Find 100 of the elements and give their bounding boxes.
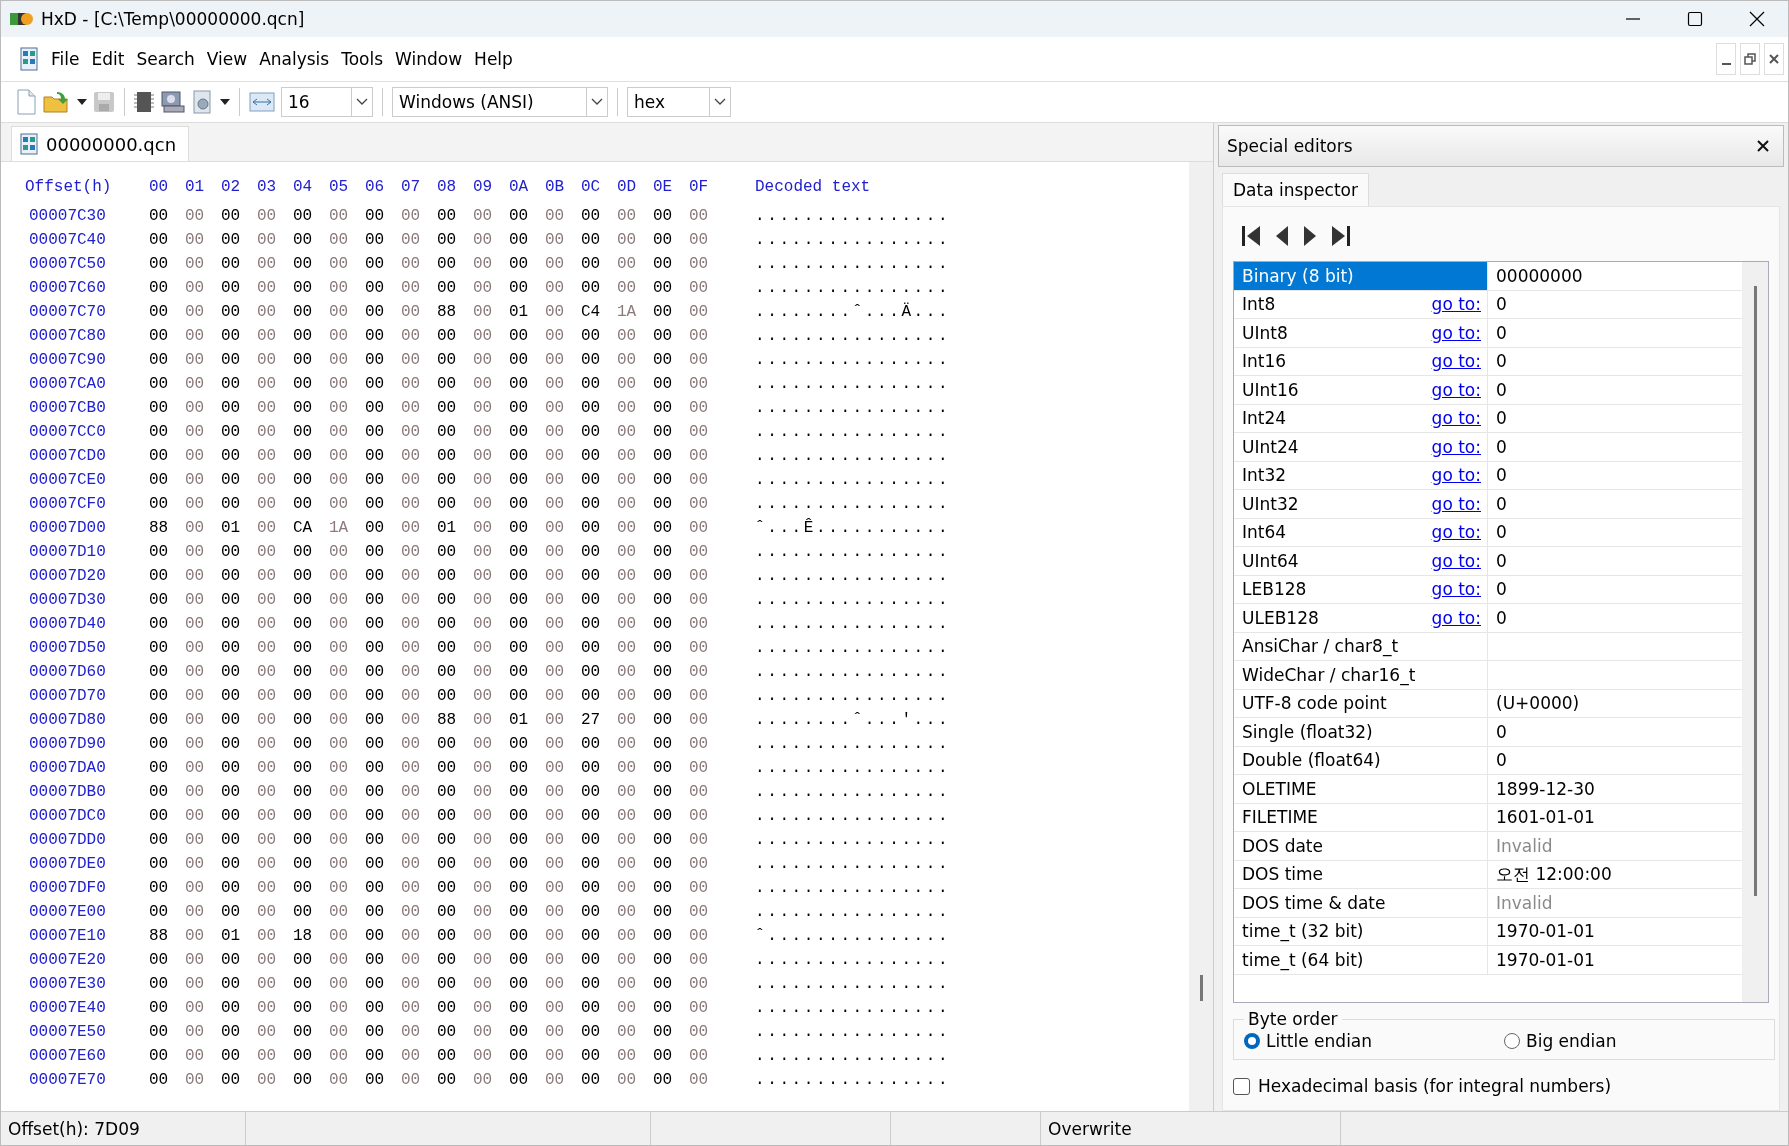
vertical-scrollbar[interactable] [1189, 162, 1213, 1111]
label-cell[interactable]: Int24 go to: [1234, 404, 1488, 432]
value-cell[interactable]: 0 [1488, 322, 1507, 343]
value-cell[interactable]: (U+0000) [1488, 693, 1580, 714]
goto-link[interactable]: go to: [1431, 550, 1481, 571]
restore-button[interactable] [1740, 43, 1760, 75]
menu-item[interactable]: Search [130, 45, 201, 73]
value-cell[interactable]: 0 [1488, 750, 1507, 771]
radio-button[interactable] [1244, 1033, 1260, 1049]
vertical-scrollbar[interactable] [1742, 262, 1768, 1002]
radio-button[interactable] [1504, 1033, 1520, 1049]
label-cell[interactable]: Double (float64) [1234, 746, 1488, 774]
value-cell[interactable]: 0 [1488, 436, 1507, 457]
menu-item[interactable]: Window [389, 45, 469, 73]
goto-link[interactable]: go to: [1431, 294, 1481, 315]
value-cell[interactable]: 1899-12-30 [1488, 778, 1595, 799]
label-cell[interactable]: UTF-8 code point [1234, 689, 1488, 717]
goto-link[interactable]: go to: [1431, 465, 1481, 486]
value-cell[interactable]: 00000000 [1488, 265, 1583, 286]
label-cell[interactable]: DOS date [1234, 832, 1488, 860]
menu-item[interactable]: Tools [335, 45, 390, 73]
label-cell[interactable]: time_t (32 bit) [1234, 917, 1488, 945]
label-cell[interactable]: time_t (64 bit) [1234, 946, 1488, 974]
document-tab[interactable]: 00000000.qcn [11, 126, 190, 161]
hex-byte: 00 [653, 303, 674, 321]
value-cell[interactable]: 1970-01-01 [1488, 921, 1595, 942]
value-cell[interactable]: 0 [1488, 607, 1507, 628]
first-icon[interactable] [1241, 225, 1261, 247]
label-cell[interactable]: UInt24 go to: [1234, 433, 1488, 461]
label-cell[interactable]: Int32 go to: [1234, 461, 1488, 489]
value-cell[interactable]: 0 [1488, 493, 1507, 514]
menu-item[interactable]: Analysis [253, 45, 336, 73]
column-width-icon[interactable] [249, 92, 275, 112]
inspector-tab[interactable]: Data inspector [1222, 173, 1369, 206]
maximize-icon[interactable] [1687, 11, 1703, 27]
value-cell[interactable]: 1601-01-01 [1488, 807, 1595, 828]
label-cell[interactable]: DOS time [1234, 860, 1488, 888]
label-cell[interactable]: Binary (8 bit) [1234, 262, 1488, 290]
label-cell[interactable]: AnsiChar / char8_t [1234, 632, 1488, 660]
previous-icon[interactable] [1275, 225, 1289, 247]
goto-link[interactable]: go to: [1431, 408, 1481, 429]
hex-byte: 00 [149, 543, 170, 561]
value-cell[interactable]: 0 [1488, 522, 1507, 543]
close-icon[interactable] [1749, 11, 1765, 27]
open-folder-icon[interactable] [43, 90, 71, 114]
value-cell[interactable]: 0 [1488, 408, 1507, 429]
label-cell[interactable]: Int16 go to: [1234, 347, 1488, 375]
label-cell[interactable]: Single (float32) [1234, 718, 1488, 746]
disk-image-icon[interactable] [192, 90, 214, 114]
column-header: 00 [149, 178, 170, 196]
decoded-text: ˆ...Ê........... [755, 519, 951, 537]
hex-byte: 00 [257, 975, 278, 993]
value-cell[interactable]: 0 [1488, 379, 1507, 400]
label-cell[interactable]: UInt32 go to: [1234, 490, 1488, 518]
last-icon[interactable] [1331, 225, 1351, 247]
value-cell[interactable]: 0 [1488, 721, 1507, 742]
bytes-per-row-dropdown[interactable]: 16 [281, 87, 373, 117]
label-cell[interactable]: Int64 go to: [1234, 518, 1488, 546]
label-cell[interactable]: FILETIME [1234, 803, 1488, 831]
value-cell[interactable]: 0 [1488, 465, 1507, 486]
label-cell[interactable]: WideChar / char16_t [1234, 661, 1488, 689]
next-icon[interactable] [1303, 225, 1317, 247]
menu-item[interactable]: View [200, 45, 254, 73]
label-cell[interactable]: UInt16 go to: [1234, 376, 1488, 404]
label-cell[interactable]: LEB128 go to: [1234, 575, 1488, 603]
value-cell[interactable]: 0 [1488, 351, 1507, 372]
goto-link[interactable]: go to: [1431, 579, 1481, 600]
menu-item[interactable]: File [45, 45, 86, 73]
goto-link[interactable]: go to: [1431, 379, 1481, 400]
value-cell[interactable]: 0 [1488, 579, 1507, 600]
dropdown-arrow-icon[interactable] [77, 99, 87, 105]
goto-link[interactable]: go to: [1431, 351, 1481, 372]
minimize-button[interactable] [1716, 43, 1736, 75]
checkbox[interactable] [1233, 1077, 1250, 1095]
chip-icon[interactable] [134, 91, 154, 113]
label-cell[interactable]: UInt8 go to: [1234, 319, 1488, 347]
menu-item[interactable]: Help [468, 45, 519, 73]
label-cell[interactable]: DOS time & date [1234, 889, 1488, 917]
goto-link[interactable]: go to: [1431, 522, 1481, 543]
goto-link[interactable]: go to: [1431, 493, 1481, 514]
value-cell[interactable]: 0 [1488, 294, 1507, 315]
close-button[interactable] [1764, 43, 1784, 75]
value-cell[interactable]: 오전 12:00:00 [1488, 862, 1612, 886]
hex-byte: 00 [365, 831, 386, 849]
goto-link[interactable]: go to: [1431, 607, 1481, 628]
value-cell[interactable]: 0 [1488, 550, 1507, 571]
label-cell[interactable]: UInt64 go to: [1234, 547, 1488, 575]
label-cell[interactable]: Int8 go to: [1234, 290, 1488, 318]
close-icon[interactable] [1757, 140, 1769, 152]
goto-link[interactable]: go to: [1431, 322, 1481, 343]
charset-dropdown[interactable]: Windows (ANSI) [392, 87, 608, 117]
disk-drive-icon[interactable] [160, 90, 186, 114]
type-label: DOS date [1242, 835, 1323, 856]
offset-base-dropdown[interactable]: hex [627, 87, 731, 117]
label-cell[interactable]: OLETIME [1234, 775, 1488, 803]
label-cell[interactable]: ULEB128 go to: [1234, 604, 1488, 632]
dropdown-arrow-icon[interactable] [220, 99, 230, 105]
goto-link[interactable]: go to: [1431, 436, 1481, 457]
value-cell[interactable]: 1970-01-01 [1488, 949, 1595, 970]
menu-item[interactable]: Edit [85, 45, 131, 73]
